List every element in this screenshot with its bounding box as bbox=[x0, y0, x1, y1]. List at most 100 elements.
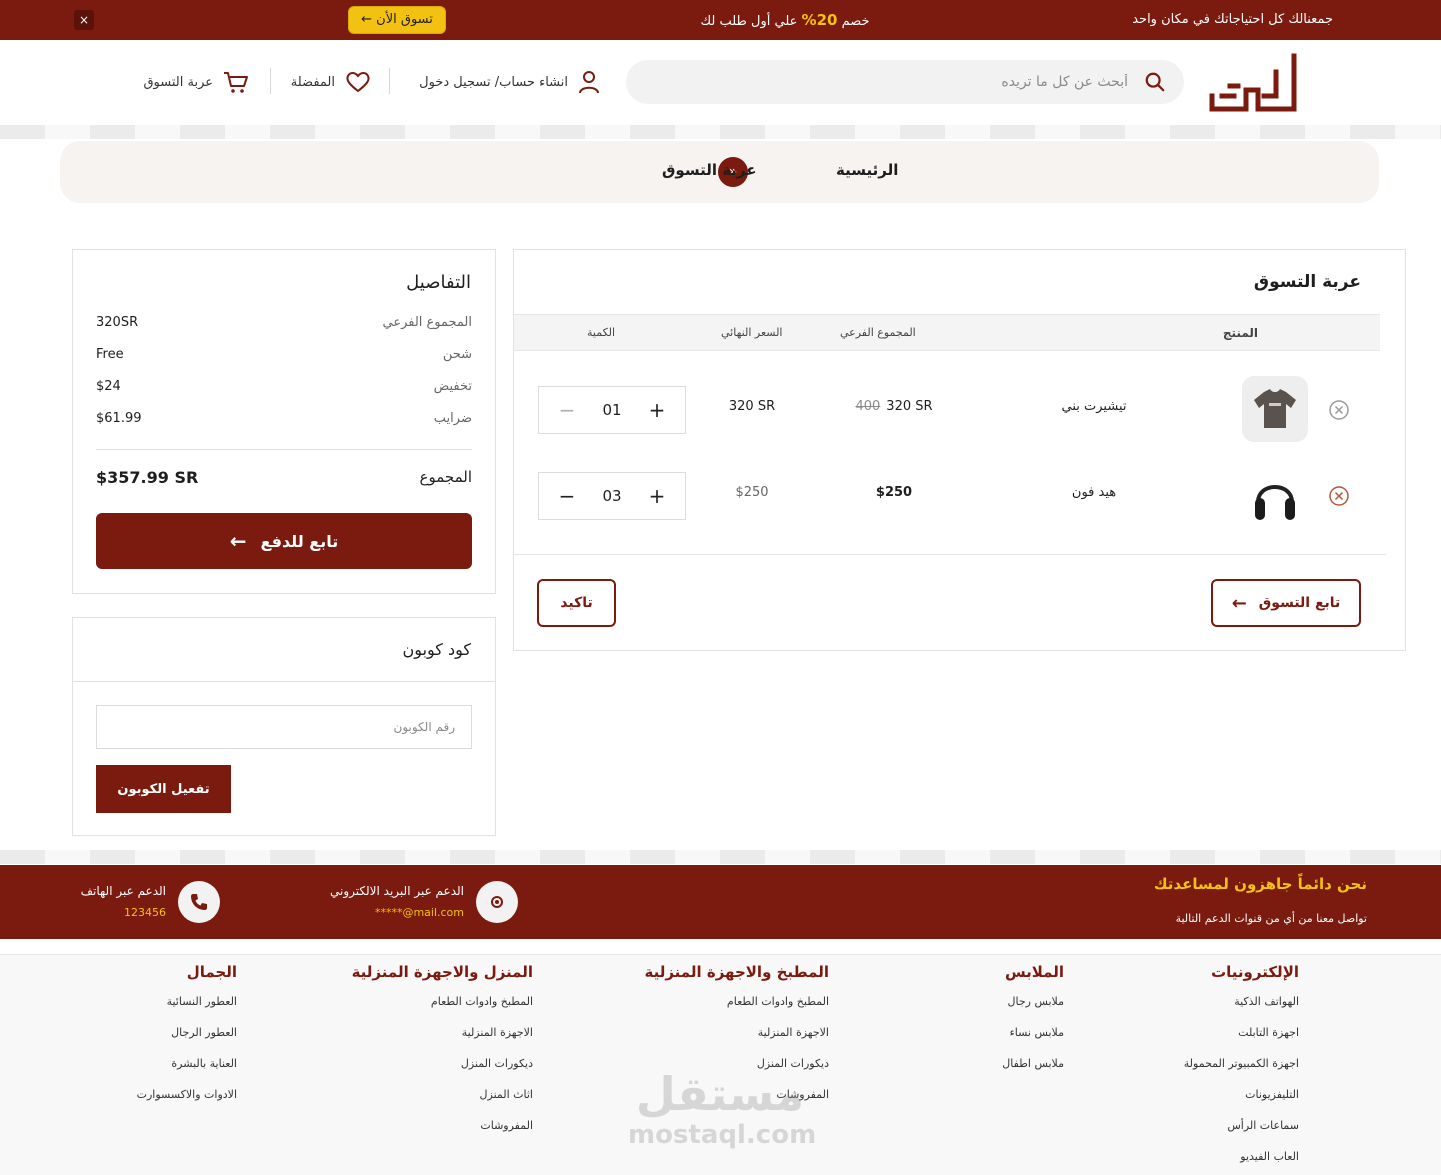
headphones-icon bbox=[1255, 485, 1295, 520]
footer-link[interactable]: ملابس رجال bbox=[1002, 995, 1065, 1026]
watermark-arabic: مستقل bbox=[635, 1067, 805, 1121]
cart-label: عربة التسوق bbox=[143, 74, 213, 90]
coupon-panel: كود كوبون تفعيل الكوبون bbox=[72, 617, 496, 836]
phone-support[interactable]: الدعم عبر الهاتف 123456 bbox=[72, 881, 222, 923]
phone-icon bbox=[178, 881, 220, 923]
quantity-value[interactable]: 01 bbox=[602, 401, 621, 419]
summary-row: ضرايب $61.99 bbox=[96, 411, 472, 431]
email-support[interactable]: الدعم عبر البريد الالكتروني *****@mail.c… bbox=[322, 881, 522, 923]
footer-column-beauty: الجمال العطور النسائية العطور الرجال الع… bbox=[137, 963, 237, 1119]
continue-shopping-button[interactable]: تابع التسوق ← bbox=[1211, 579, 1361, 627]
summary-value: $61.99 bbox=[96, 411, 142, 426]
search-bar[interactable] bbox=[626, 60, 1184, 104]
product-final-price: 320 SR bbox=[728, 399, 776, 414]
wishlist-link[interactable]: المفضلة bbox=[291, 68, 371, 96]
product-image-tshirt[interactable] bbox=[1242, 376, 1308, 442]
footer-link[interactable]: المطبخ وادوات الطعام bbox=[645, 995, 829, 1026]
footer-link[interactable]: ملابس نساء bbox=[1002, 1026, 1064, 1057]
product-subtotal: 400 320 SR bbox=[814, 399, 974, 414]
footer-column-electronics: الإلكترونيات الهواتف الذكية اجهزة التابل… bbox=[1184, 963, 1299, 1175]
site-logo[interactable] bbox=[1206, 52, 1300, 114]
quantity-stepper: − 01 + bbox=[538, 386, 686, 434]
cart-row: هيد فون $250 $250 − 03 + bbox=[514, 461, 1406, 531]
footer-link[interactable]: الاجهزة المنزلية bbox=[645, 1026, 829, 1057]
footer-link[interactable]: اثاث المنزل bbox=[352, 1088, 533, 1119]
apply-coupon-label: تفعيل الكوبون bbox=[117, 781, 210, 797]
summary-row: المجموع الفرعي 320SR bbox=[96, 315, 472, 335]
footer-link[interactable]: المطبخ وادوات الطعام bbox=[352, 995, 533, 1026]
old-price: 400 bbox=[855, 399, 881, 414]
shop-now-button[interactable]: تسوق الأن ← bbox=[348, 6, 446, 34]
footer-column-title: الإلكترونيات bbox=[1211, 963, 1299, 981]
cart-link[interactable]: عربة التسوق bbox=[143, 68, 249, 96]
cart-panel: عربة التسوق المنتج المجموع الفرعي السعر … bbox=[513, 249, 1406, 651]
decorative-stripe bbox=[0, 850, 1441, 864]
remove-item-icon[interactable] bbox=[1328, 399, 1350, 421]
coupon-title: كود كوبون bbox=[402, 640, 471, 659]
arrow-left-icon: ← bbox=[1231, 592, 1247, 614]
email-icon bbox=[476, 881, 518, 923]
coupon-input[interactable] bbox=[96, 705, 472, 749]
search-icon[interactable] bbox=[1144, 71, 1166, 93]
footer-link[interactable]: العطور الرجال bbox=[137, 1026, 237, 1057]
arrow-left-icon: ← bbox=[361, 12, 373, 27]
col-final: السعر النهائي bbox=[721, 326, 783, 339]
increase-button[interactable]: + bbox=[647, 398, 667, 422]
watermark-latin: mostaql.com bbox=[628, 1120, 817, 1150]
decorative-stripe bbox=[0, 125, 1441, 139]
shop-now-label: تسوق الأن bbox=[376, 12, 433, 27]
breadcrumb-home[interactable]: الرئيسية bbox=[836, 161, 898, 179]
header-divider bbox=[389, 68, 390, 94]
col-quantity: الكمية bbox=[587, 326, 616, 339]
footer-link[interactable]: المفروشات bbox=[352, 1119, 533, 1150]
product-image-headphones[interactable] bbox=[1242, 462, 1308, 528]
summary-value: 320SR bbox=[96, 315, 139, 330]
footer-link[interactable]: الهواتف الذكية bbox=[1184, 995, 1299, 1026]
checkout-button[interactable]: تابع للدفع ← bbox=[96, 513, 472, 569]
footer-link[interactable]: التليفزيونات bbox=[1184, 1088, 1299, 1119]
close-announcement-button[interactable]: × bbox=[74, 10, 94, 30]
breadcrumb-current: عربة التسوق bbox=[662, 161, 757, 179]
footer-column-title: المطبخ والاجهزة المنزلية bbox=[644, 963, 830, 981]
remove-item-icon[interactable] bbox=[1328, 485, 1350, 507]
summary-label: المجموع الفرعي bbox=[382, 315, 472, 330]
footer-link[interactable]: ملابس اطفال bbox=[1002, 1057, 1064, 1088]
coupon-divider bbox=[73, 681, 495, 682]
footer-link[interactable]: الاجهزة المنزلية bbox=[352, 1026, 533, 1057]
email-support-value[interactable]: *****@mail.com bbox=[375, 906, 464, 919]
footer-link[interactable]: العطور النسائية bbox=[137, 995, 237, 1026]
increase-button[interactable]: + bbox=[647, 484, 667, 508]
confirm-button[interactable]: تاكيد bbox=[537, 579, 616, 627]
phone-support-label: الدعم عبر الهاتف bbox=[80, 884, 166, 898]
tshirt-icon bbox=[1254, 389, 1296, 428]
total-label: المجموع bbox=[419, 468, 472, 486]
quantity-stepper: − 03 + bbox=[538, 472, 686, 520]
support-banner: نحن دائماً جاهزون لمساعدتك تواصل معنا من… bbox=[0, 865, 1441, 939]
search-input[interactable] bbox=[668, 60, 1128, 104]
product-final-price: $250 bbox=[735, 485, 769, 500]
summary-label: تخفيض bbox=[433, 379, 472, 394]
footer-link[interactable]: اجهزة التابلت bbox=[1184, 1026, 1299, 1057]
decrease-button[interactable]: − bbox=[557, 484, 577, 508]
support-subtext: تواصل معنا من أي من قنوات الدعم التالية bbox=[1175, 912, 1367, 925]
footer-link[interactable]: العناية بالبشرة bbox=[137, 1057, 237, 1088]
product-subtotal: $250 bbox=[875, 485, 913, 500]
summary-value: Free bbox=[96, 347, 124, 362]
apply-coupon-button[interactable]: تفعيل الكوبون bbox=[96, 765, 231, 813]
support-heading: نحن دائماً جاهزون لمساعدتك bbox=[1153, 875, 1367, 893]
quantity-value[interactable]: 03 bbox=[602, 487, 621, 505]
decrease-button[interactable]: − bbox=[557, 398, 577, 422]
footer-link[interactable]: ديكورات المنزل bbox=[352, 1057, 533, 1088]
phone-support-value[interactable]: 123456 bbox=[124, 906, 166, 919]
product-name[interactable]: تيشيرت بني bbox=[1024, 399, 1164, 414]
checkout-label: تابع للدفع bbox=[260, 531, 339, 551]
announcement-bar: × تسوق الأن ← خصم 20% علي أول طلب لك جمع… bbox=[0, 0, 1441, 40]
footer-link[interactable]: الادوات والاكسسوارت bbox=[137, 1088, 237, 1119]
footer-link[interactable]: سماعات الرأس bbox=[1184, 1119, 1299, 1150]
cart-table-header: المنتج المجموع الفرعي السعر النهائي الكم… bbox=[514, 314, 1380, 351]
footer-link[interactable]: اجهزة الكمبيوتر المحمولة bbox=[1184, 1057, 1299, 1088]
col-subtotal: المجموع الفرعي bbox=[840, 326, 916, 339]
account-link[interactable]: انشاء حساب/ تسجيل دخول bbox=[419, 68, 600, 96]
footer-link[interactable]: العاب الفيديو bbox=[1184, 1150, 1299, 1175]
product-name[interactable]: هيد فون bbox=[1024, 485, 1164, 500]
